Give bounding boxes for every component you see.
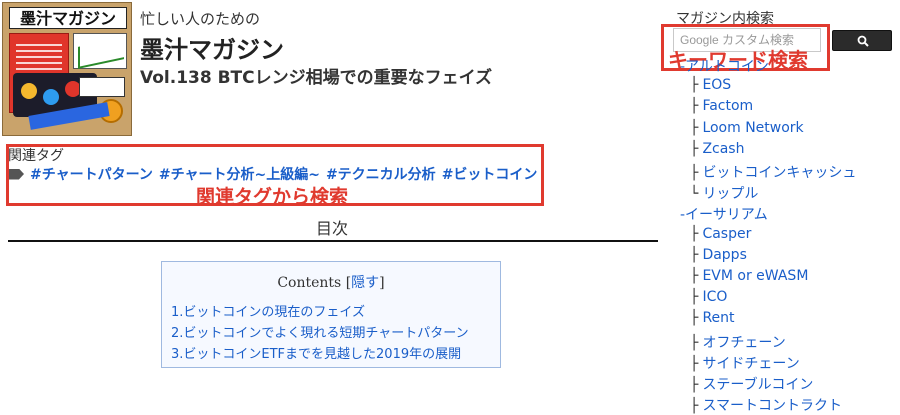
sidebar-subcategory-label: スマートコントラクト: [702, 398, 843, 415]
toc-toggle-close: ]: [379, 275, 385, 291]
sidebar-subcategory[interactable]: ├ ステーブルコイン: [690, 374, 813, 394]
sidebar-subcategory-label: Casper: [702, 225, 752, 242]
sidebar-subcategory[interactable]: ├ ビットコインキャッシュ: [690, 162, 856, 182]
toc-list: 1.ビットコインの現在のフェイズ 2.ビットコインでよく現れる短期チャートパター…: [171, 302, 469, 365]
sidebar-subcategory[interactable]: ├ Loom Network: [690, 120, 804, 136]
tree-branch-icon: ├: [690, 355, 699, 372]
tree-branch-icon: ├: [690, 334, 699, 351]
tree-branch-icon: ├: [690, 377, 699, 393]
sidebar-subcategory-label: EVM or eWASM: [702, 268, 809, 284]
sidebar-subcategory-label: Rent: [702, 310, 735, 327]
sidebar-subcategory-label: リップル: [702, 186, 759, 203]
tree-branch-icon: ├: [690, 225, 699, 242]
toc-box: Contents [隠す] 1.ビットコインの現在のフェイズ 2.ビットコインで…: [161, 261, 501, 368]
magazine-name: 墨汁マガジン: [140, 36, 284, 64]
magazine-subtitle: 忙しい人のための: [140, 10, 261, 28]
cover-badge: [79, 77, 125, 97]
search-button[interactable]: [832, 30, 892, 51]
toc-item[interactable]: 1.ビットコインの現在のフェイズ: [171, 302, 469, 323]
sidebar-subcategory-label: Loom Network: [702, 119, 804, 136]
sidebar-subcategory-label: ビットコインキャッシュ: [702, 165, 857, 181]
sidebar-subcategory-label: Dapps: [702, 246, 747, 263]
toc-title-text: Contents: [277, 275, 342, 291]
sidebar-subcategory[interactable]: ├ EOS: [690, 77, 731, 93]
sidebar-subcategory[interactable]: ├ サイドチェーン: [690, 353, 800, 373]
tree-branch-icon: ├: [690, 289, 699, 306]
sidebar-subcategory-label: Factom: [702, 98, 754, 115]
sidebar-category[interactable]: -アルトコイン: [680, 56, 769, 76]
search-icon: [857, 35, 869, 47]
sidebar-subcategory-label: オフチェーン: [702, 334, 786, 351]
tree-branch-icon: ├: [690, 140, 699, 157]
tree-branch-icon: ├: [690, 310, 699, 327]
toc-item[interactable]: 2.ビットコインでよく現れる短期チャートパターン: [171, 323, 469, 344]
sidebar-subcategory[interactable]: ├ Dapps: [690, 247, 747, 263]
divider: [8, 240, 658, 242]
sidebar-subcategory[interactable]: ├ オフチェーン: [690, 332, 786, 352]
toc-title: Contents [隠す]: [162, 272, 500, 292]
sidebar-subcategory-label: Zcash: [702, 140, 745, 157]
tree-branch-icon: ├: [690, 77, 699, 94]
sidebar-subcategory[interactable]: ├ スマートコントラクト: [690, 395, 842, 415]
issue-title: Vol.138 BTCレンジ相場での重要なフェイズ: [140, 68, 493, 88]
sidebar-subcategory[interactable]: ├ Zcash: [690, 141, 744, 157]
tree-branch-icon: ├: [690, 119, 699, 136]
tree-branch-icon: ├: [690, 246, 699, 263]
tags-annotation-label: 関連タグから検索: [196, 186, 349, 208]
tree-branch-icon: └: [690, 186, 699, 203]
sidebar-subcategory[interactable]: ├ Factom: [690, 98, 753, 114]
sidebar-subcategory-label: EOS: [702, 77, 732, 94]
sidebar-subcategory[interactable]: ├ ICO: [690, 289, 727, 305]
sidebar-subcategory[interactable]: ├ Rent: [690, 310, 735, 326]
toc-hide-toggle[interactable]: 隠す: [351, 275, 379, 291]
tree-branch-icon: ├: [690, 165, 699, 181]
cover-chart-panel: [73, 33, 127, 69]
sidebar-subcategory[interactable]: ├ Casper: [690, 226, 751, 242]
sidebar-category[interactable]: -イーサリアム: [680, 204, 768, 224]
tree-branch-icon: ├: [690, 398, 699, 415]
sidebar-subcategory-label: ICO: [702, 289, 728, 306]
toc-item[interactable]: 3.ビットコインETFまでを見越した2019年の展開: [171, 344, 469, 365]
tree-branch-icon: ├: [690, 268, 699, 284]
toc-heading: 目次: [315, 219, 348, 238]
sidebar-subcategory-label: サイドチェーン: [702, 355, 800, 372]
cover-title: 墨汁マガジン: [9, 7, 127, 29]
magazine-cover-image: 墨汁マガジン: [2, 2, 132, 136]
sidebar-subcategory[interactable]: ├ EVM or eWASM: [690, 268, 808, 284]
sidebar-subcategory-label: ステーブルコイン: [702, 377, 814, 393]
tree-branch-icon: ├: [690, 98, 699, 115]
sidebar-subcategory[interactable]: └ リップル: [690, 183, 758, 203]
